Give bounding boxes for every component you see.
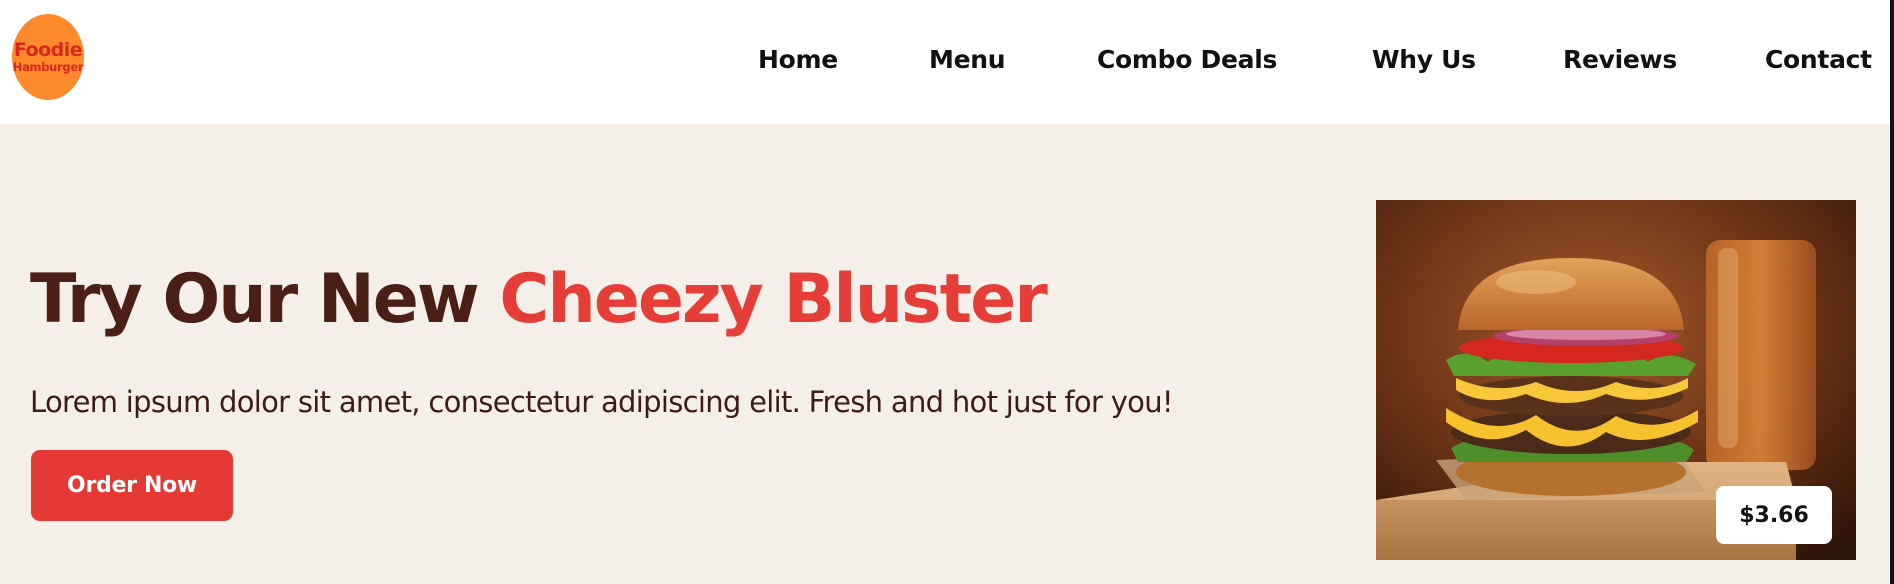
nav-reviews[interactable]: Reviews: [1563, 44, 1677, 76]
nav-home[interactable]: Home: [758, 44, 838, 76]
nav-why-us[interactable]: Why Us: [1372, 44, 1476, 76]
site-header: Foodie Hamburger Home Menu Combo Deals W…: [0, 0, 1894, 124]
logo-text-secondary: Hamburger: [12, 60, 84, 74]
hero-title-accent: Cheezy Bluster: [499, 260, 1047, 339]
price-badge: $3.66: [1716, 486, 1832, 544]
order-now-button[interactable]: Order Now: [31, 450, 233, 521]
window-edge: [1890, 0, 1894, 584]
hero-title-prefix: Try Our New: [30, 260, 480, 339]
nav-menu[interactable]: Menu: [929, 44, 1006, 76]
logo-text-primary: Foodie: [13, 39, 83, 61]
hero-description: Lorem ipsum dolor sit amet, consectetur …: [30, 385, 1174, 419]
hero-title: Try Our New Cheezy Bluster: [30, 258, 1048, 342]
nav-contact[interactable]: Contact: [1765, 44, 1872, 76]
nav-combo-deals[interactable]: Combo Deals: [1097, 44, 1277, 76]
brand-logo[interactable]: Foodie Hamburger: [12, 14, 84, 100]
